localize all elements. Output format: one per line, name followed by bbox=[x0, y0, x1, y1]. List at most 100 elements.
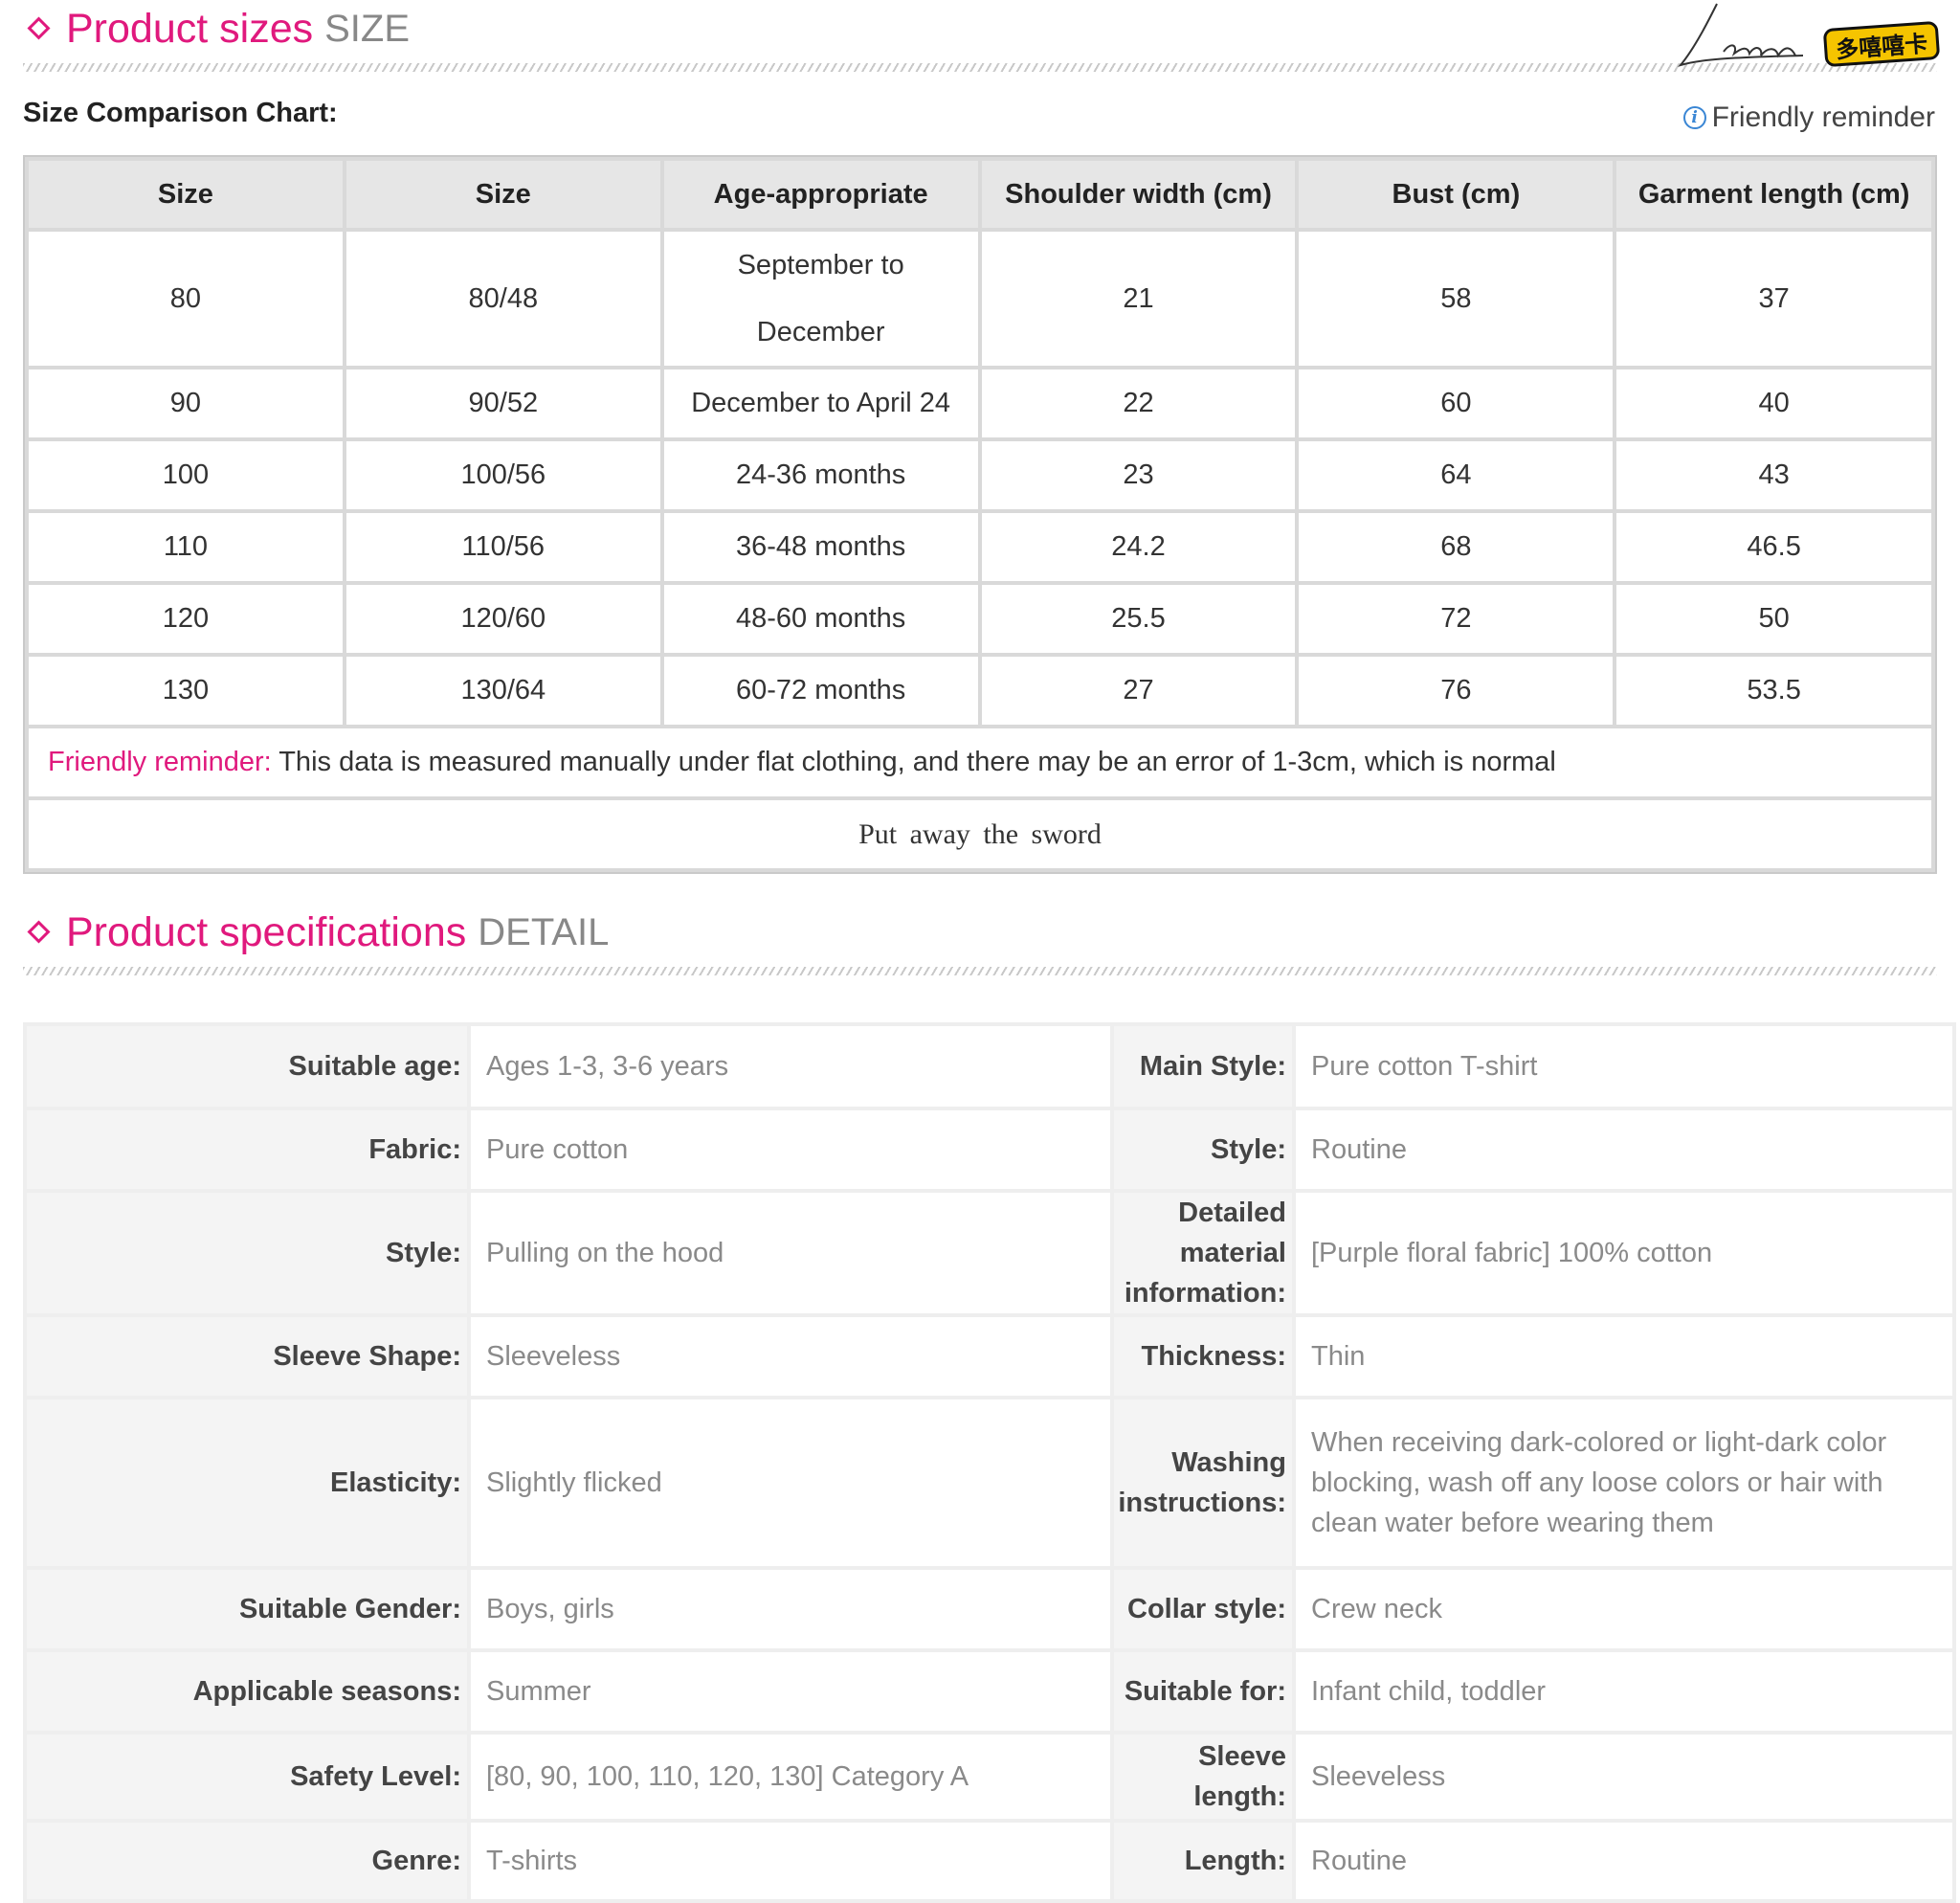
spec-value: Routine bbox=[1296, 1823, 1952, 1899]
spec-key: Thickness: bbox=[1114, 1317, 1292, 1396]
header-cell: Size bbox=[345, 161, 660, 228]
table-cell: 80/48 bbox=[345, 232, 660, 366]
table-cell: 68 bbox=[1299, 513, 1614, 581]
table-cell: 120/60 bbox=[345, 585, 660, 653]
table-cell: 100 bbox=[29, 441, 343, 509]
spec-key: Suitable age: bbox=[27, 1026, 467, 1107]
spec-value: Routine bbox=[1296, 1110, 1952, 1189]
table-cell: 100/56 bbox=[345, 441, 660, 509]
spec-row: Style: Pulling on the hood Detailed mate… bbox=[27, 1193, 1952, 1313]
table-cell: 23 bbox=[981, 441, 1296, 509]
table-cell: 90 bbox=[29, 369, 343, 437]
spec-key: Suitable Gender: bbox=[27, 1570, 467, 1648]
spec-section-title: Product specifications bbox=[66, 909, 467, 955]
table-row: 110 110/56 36-48 months 24.2 68 46.5 bbox=[29, 513, 1931, 581]
spec-key: Length: bbox=[1114, 1823, 1292, 1899]
size-comparison-table: Size Size Age-appropriate Shoulder width… bbox=[23, 155, 1937, 874]
diamond-bullet-icon bbox=[27, 920, 51, 944]
spec-value: Pure cotton bbox=[471, 1110, 1110, 1189]
header-cell: Shoulder width (cm) bbox=[981, 161, 1296, 228]
product-spec-table: Suitable age: Ages 1-3, 3-6 years Main S… bbox=[23, 1022, 1956, 1903]
spec-row: Suitable Gender: Boys, girls Collar styl… bbox=[27, 1570, 1952, 1648]
table-cell: 58 bbox=[1299, 232, 1614, 366]
table-row: 100 100/56 24-36 months 23 64 43 bbox=[29, 441, 1931, 509]
signature-logo-icon bbox=[1678, 3, 1804, 67]
table-cell: 120 bbox=[29, 585, 343, 653]
table-cell: 53.5 bbox=[1616, 657, 1931, 725]
table-header-row: Size Size Age-appropriate Shoulder width… bbox=[29, 161, 1931, 228]
table-cell: 36-48 months bbox=[663, 513, 978, 581]
spec-key: Collar style: bbox=[1114, 1570, 1292, 1648]
table-cell: 72 bbox=[1299, 585, 1614, 653]
table-cell: 60 bbox=[1299, 369, 1614, 437]
table-cell: 130 bbox=[29, 657, 343, 725]
spec-row: Safety Level: [80, 90, 100, 110, 120, 13… bbox=[27, 1735, 1952, 1819]
spec-value: Pure cotton T-shirt bbox=[1296, 1026, 1952, 1107]
table-cell: 43 bbox=[1616, 441, 1931, 509]
spec-value: Sleeveless bbox=[471, 1317, 1110, 1396]
measurement-note: Friendly reminder: This data is measured… bbox=[29, 728, 1931, 796]
table-cell: 37 bbox=[1616, 232, 1931, 366]
table-cell: 50 bbox=[1616, 585, 1931, 653]
spec-key: Applicable seasons: bbox=[27, 1652, 467, 1731]
table-cell: 46.5 bbox=[1616, 513, 1931, 581]
friendly-reminder-label: Friendly reminder bbox=[1711, 101, 1935, 133]
table-cell: 76 bbox=[1299, 657, 1614, 725]
table-row: 90 90/52 December to April 24 22 60 40 bbox=[29, 369, 1931, 437]
footer-row: Put away the sword bbox=[29, 800, 1931, 868]
spec-key: Elasticity: bbox=[27, 1399, 467, 1566]
table-row: 120 120/60 48-60 months 25.5 72 50 bbox=[29, 585, 1931, 653]
table-cell: 40 bbox=[1616, 369, 1931, 437]
spec-key: Fabric: bbox=[27, 1110, 467, 1189]
spec-key: Genre: bbox=[27, 1823, 467, 1899]
spec-value: When receiving dark-colored or light-dar… bbox=[1296, 1399, 1952, 1566]
spec-key: Main Style: bbox=[1114, 1026, 1292, 1107]
note-row: Friendly reminder: This data is measured… bbox=[29, 728, 1931, 796]
table-row: 80 80/48 September to December 21 58 37 bbox=[29, 232, 1931, 366]
spec-key: Style: bbox=[27, 1193, 467, 1313]
spec-key: Safety Level: bbox=[27, 1735, 467, 1819]
table-cell: 25.5 bbox=[981, 585, 1296, 653]
spec-key: Washing instructions: bbox=[1114, 1399, 1292, 1566]
spec-key: Sleeve Shape: bbox=[27, 1317, 467, 1396]
spec-key: Suitable for: bbox=[1114, 1652, 1292, 1731]
table-cell: 64 bbox=[1299, 441, 1614, 509]
table-row: 130 130/64 60-72 months 27 76 53.5 bbox=[29, 657, 1931, 725]
header-cell: Age-appropriate bbox=[663, 161, 978, 228]
header-cell: Size bbox=[29, 161, 343, 228]
spec-row: Sleeve Shape: Sleeveless Thickness: Thin bbox=[27, 1317, 1952, 1396]
table-cell: 90/52 bbox=[345, 369, 660, 437]
table-cell: 24-36 months bbox=[663, 441, 978, 509]
spec-value: Slightly flicked bbox=[471, 1399, 1110, 1566]
table-cell: 60-72 months bbox=[663, 657, 978, 725]
brand-logo: 多嘻嘻卡 bbox=[1642, 0, 1941, 73]
header-cell: Bust (cm) bbox=[1299, 161, 1614, 228]
spec-value: Pulling on the hood bbox=[471, 1193, 1110, 1313]
spec-value: [80, 90, 100, 110, 120, 130] Category A bbox=[471, 1735, 1110, 1819]
spec-value: Summer bbox=[471, 1652, 1110, 1731]
spec-value: Ages 1-3, 3-6 years bbox=[471, 1026, 1110, 1107]
table-cell: 48-60 months bbox=[663, 585, 978, 653]
spec-section-header: Product specifications DETAIL bbox=[23, 904, 1937, 961]
table-cell: 110/56 bbox=[345, 513, 660, 581]
sizes-section-title: Product sizes bbox=[66, 6, 314, 52]
diamond-bullet-icon bbox=[27, 16, 51, 40]
spec-value: Infant child, toddler bbox=[1296, 1652, 1952, 1731]
spec-key: Sleeve length: bbox=[1114, 1735, 1292, 1819]
table-cell: 80 bbox=[29, 232, 343, 366]
logo-badge: 多嘻嘻卡 bbox=[1822, 20, 1941, 68]
spec-section-subtitle: DETAIL bbox=[478, 911, 610, 953]
table-cell: 22 bbox=[981, 369, 1296, 437]
table-cell: December to April 24 bbox=[663, 369, 978, 437]
table-cell: 27 bbox=[981, 657, 1296, 725]
spec-value: Crew neck bbox=[1296, 1570, 1952, 1648]
spec-key: Detailed material information: bbox=[1114, 1193, 1292, 1313]
friendly-reminder-link[interactable]: i Friendly reminder bbox=[1682, 101, 1935, 134]
note-label: Friendly reminder: bbox=[48, 747, 272, 777]
table-cell: 130/64 bbox=[345, 657, 660, 725]
spec-value: [Purple floral fabric] 100% cotton bbox=[1296, 1193, 1952, 1313]
spec-row: Applicable seasons: Summer Suitable for:… bbox=[27, 1652, 1952, 1731]
spec-value: Sleeveless bbox=[1296, 1735, 1952, 1819]
spec-row: Suitable age: Ages 1-3, 3-6 years Main S… bbox=[27, 1026, 1952, 1107]
spec-key: Style: bbox=[1114, 1110, 1292, 1189]
